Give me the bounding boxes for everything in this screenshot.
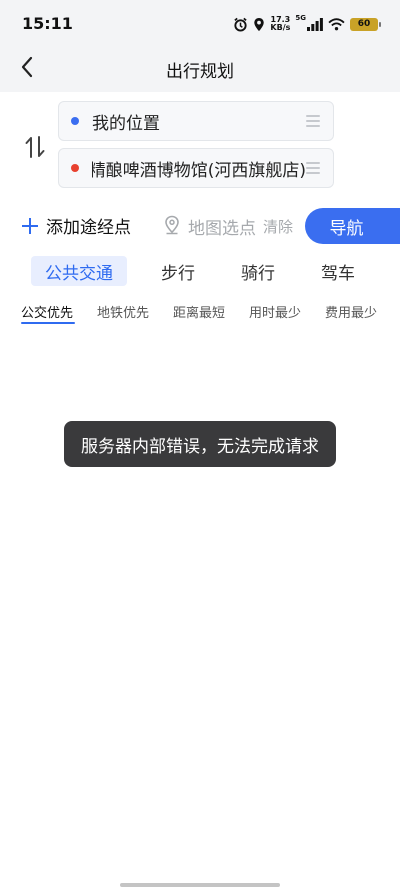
status-bar: 15:11 17.3 KB/s 5G 60: [0, 0, 400, 46]
alarm-icon: [233, 17, 248, 32]
swap-button[interactable]: [20, 134, 50, 164]
tab-bus-first[interactable]: 公交优先: [21, 302, 73, 321]
home-indicator[interactable]: [120, 883, 280, 887]
route-panel: 我的位置 精酿啤酒博物馆(河西旗舰店): [0, 92, 400, 206]
add-waypoint-label: 添加途经点: [46, 218, 131, 238]
tab-shortest-distance[interactable]: 距离最短: [173, 302, 225, 321]
destination-text: 精酿啤酒博物馆(河西旗舰店): [92, 160, 306, 181]
origin-dot: [71, 117, 79, 125]
tab-bike[interactable]: 骑行: [228, 256, 288, 286]
status-icons: 17.3 KB/s 5G 60: [233, 14, 381, 34]
battery-icon: 60: [350, 17, 381, 31]
network-type-label: 5G: [295, 14, 306, 22]
tab-walk[interactable]: 步行: [148, 256, 208, 286]
destination-dot: [71, 164, 79, 172]
tab-subway-first[interactable]: 地铁优先: [97, 302, 149, 321]
mode-tabs: 公共交通 步行 骑行 驾车: [0, 253, 400, 287]
plus-icon: [22, 217, 38, 234]
toast-message: 服务器内部错误，无法完成请求: [81, 436, 319, 457]
tab-public-transit[interactable]: 公共交通: [31, 256, 127, 286]
origin-text: 我的位置: [92, 113, 160, 134]
add-waypoint-button[interactable]: 添加途经点: [22, 213, 131, 238]
tab-drive[interactable]: 驾车: [308, 256, 368, 286]
origin-field[interactable]: 我的位置: [58, 101, 334, 141]
error-toast: 服务器内部错误，无法完成请求: [64, 421, 336, 467]
status-time: 15:11: [22, 14, 73, 33]
route-preference-tabs: 公交优先 地铁优先 距离最短 用时最少 费用最少: [0, 298, 400, 328]
swap-vertical-icon: [24, 135, 46, 163]
net-speed: 17.3 KB/s: [270, 16, 290, 32]
action-row: 添加途经点 地图选点 清除 导航: [0, 206, 400, 246]
drag-handle-icon[interactable]: [306, 115, 320, 127]
location-icon: [253, 17, 265, 32]
map-pin-icon: [163, 215, 181, 239]
map-pick-button[interactable]: 地图选点: [163, 214, 256, 239]
net-speed-unit: KB/s: [270, 23, 291, 32]
tab-least-cost[interactable]: 费用最少: [325, 302, 377, 321]
drag-handle-icon[interactable]: [306, 162, 320, 174]
wifi-icon: [328, 17, 345, 31]
header: 出行规划: [0, 46, 400, 92]
map-pick-label: 地图选点: [188, 219, 256, 239]
page-title: 出行规划: [166, 62, 234, 82]
tab-least-time[interactable]: 用时最少: [249, 302, 301, 321]
destination-field[interactable]: 精酿啤酒博物馆(河西旗舰店): [58, 148, 334, 188]
signal-icon: [307, 17, 323, 31]
active-tab-indicator: [21, 322, 75, 324]
navigate-button[interactable]: 导航: [305, 208, 400, 244]
clear-button[interactable]: 清除: [263, 216, 293, 237]
